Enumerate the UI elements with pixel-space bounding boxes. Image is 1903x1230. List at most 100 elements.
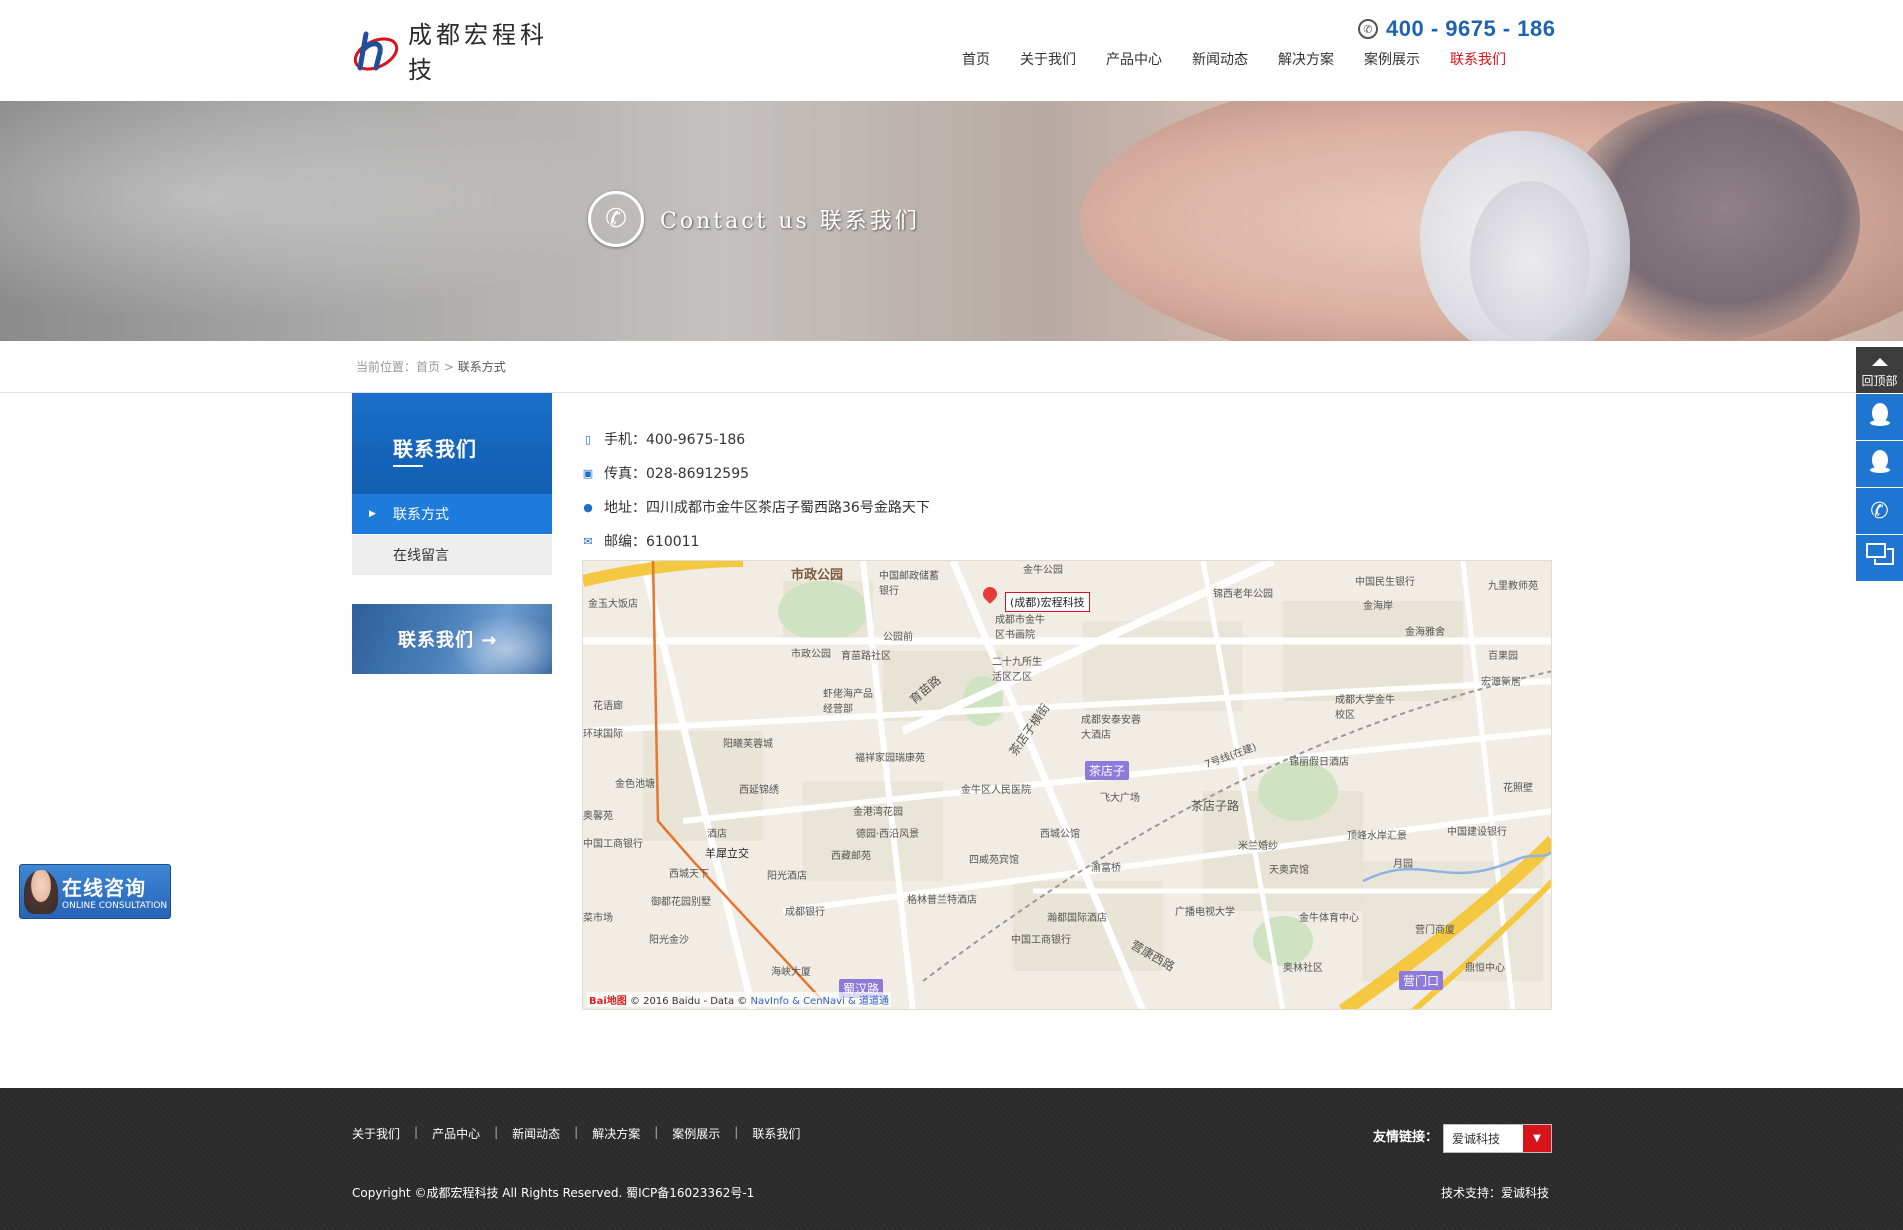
map-label: 成都大学金牛校区 (1335, 695, 1395, 721)
map-label: 四威苑宾馆 (969, 855, 1019, 866)
map-label: 月园 (1393, 859, 1413, 870)
footer-link-solutions[interactable]: 解决方案 (592, 1125, 640, 1142)
sidebar-contact-banner[interactable]: 联系我们 → (352, 604, 552, 674)
footer-link-contact[interactable]: 联系我们 (752, 1125, 800, 1142)
tech-support: 技术支持：爱诚科技 (1441, 1186, 1550, 1200)
logo-text: 成都宏程科技 (408, 21, 548, 84)
map-label: 奥林社区 (1283, 963, 1323, 974)
logo[interactable]: 成都宏程科技 (352, 21, 572, 84)
map-label: 营门商厦 (1415, 925, 1455, 936)
message-button[interactable] (1856, 535, 1903, 581)
map-data-links[interactable]: NavInfo & CenNavi & 道道通 (750, 996, 889, 1007)
footer-link-cases[interactable]: 案例展示 (672, 1125, 720, 1142)
footer-link-about[interactable]: 关于我们 (352, 1125, 400, 1142)
map-label: 虾佬海产品经营部 (823, 689, 873, 715)
nav-solutions[interactable]: 解决方案 (1278, 49, 1334, 69)
map-label: 金海雅舍 (1405, 627, 1445, 638)
qq-chat-button-2[interactable] (1856, 441, 1903, 487)
contact-address-text: 地址：四川成都市金牛区茶店子蜀西路36号金路天下 (604, 500, 930, 516)
map-label: 中国工商银行 (1011, 935, 1071, 946)
sidebar-item-contact-info[interactable]: ▶ 联系方式 (352, 494, 552, 534)
map-copyright: Bai地图 © 2016 Baidu - Data © NavInfo & Ce… (587, 992, 892, 1007)
map-label: 广播电视大学 (1175, 907, 1235, 918)
map-label: 海峡大厦 (771, 967, 811, 978)
nav-news[interactable]: 新闻动态 (1192, 49, 1248, 69)
banner-title: ✆ Contact us 联系我们 (588, 191, 920, 247)
baidu-logo: Bai地图 (589, 996, 627, 1007)
footer-links: 关于我们 | 产品中心 | 新闻动态 | 解决方案 | 案例展示 | 联系我们 (352, 1125, 801, 1142)
qq-chat-button-1[interactable] (1856, 394, 1903, 440)
friend-links-label: 友情链接： (1373, 1130, 1439, 1145)
contact-postcode: ✉ 邮编：610011 (582, 531, 699, 551)
online-consultation-button[interactable]: 在线咨询 ONLINE CONSULTATION (19, 864, 171, 919)
sidebar-item-label: 在线留言 (393, 548, 449, 564)
chevron-down-icon: ▼ (1523, 1125, 1551, 1152)
footer-copyright: Copyright ©成都宏程科技 All Rights Reserved. 蜀… (352, 1186, 755, 1200)
map-label: 阳光酒店 (767, 871, 807, 882)
online-consultation-title: 在线咨询 (62, 876, 146, 900)
nav-cases[interactable]: 案例展示 (1364, 49, 1420, 69)
map-label: 成都市金牛区书画院 (995, 615, 1045, 641)
map-label: 金玉大饭店 (588, 599, 638, 610)
metro-station-badge: 营门口 (1399, 971, 1444, 990)
sidebar-item-label: 联系方式 (393, 507, 449, 523)
friend-links-select[interactable]: 爱诚科技 ▼ (1443, 1124, 1552, 1153)
contact-address: ● 地址：四川成都市金牛区茶店子蜀西路36号金路天下 (582, 497, 930, 517)
map-label: 鼎恒中心 (1465, 963, 1505, 974)
map-label: 天奥宾馆 (1269, 865, 1309, 876)
map-label: 中国工商银行 (583, 839, 643, 850)
map-label: 金牛公园 (1023, 565, 1063, 576)
baidu-map[interactable]: 市政公园 中国邮政储蓄银行 金牛公园 锦西老年公园 中国民生银行 九里教师苑 金… (582, 560, 1552, 1010)
map-label: 金牛区人民医院 (961, 785, 1031, 796)
map-marker-label[interactable]: (成都)宏程科技 (1005, 592, 1090, 612)
nav-products[interactable]: 产品中心 (1106, 49, 1162, 69)
online-consultation-subtitle: ONLINE CONSULTATION (62, 901, 168, 911)
breadcrumb: 当前位置：首页 > 联系方式 (356, 358, 506, 375)
map-label: 米兰婚纱 (1238, 841, 1278, 852)
map-label: 市政公园 (791, 649, 831, 660)
divider (0, 392, 1903, 393)
site-header: 成都宏程科技 ✆ 400 - 9675 - 186 首页 关于我们 产品中心 新… (0, 0, 1903, 101)
footer-link-products[interactable]: 产品中心 (432, 1125, 480, 1142)
map-label: 格林普兰特酒店 (907, 895, 977, 906)
nav-home[interactable]: 首页 (962, 49, 990, 69)
map-label: 阳曦芙蓉城 (723, 739, 773, 750)
nav-about[interactable]: 关于我们 (1020, 49, 1076, 69)
page: 成都宏程科技 ✆ 400 - 9675 - 186 首页 关于我们 产品中心 新… (0, 0, 1903, 1230)
phone-icon: ✆ (1358, 19, 1378, 39)
phone-button[interactable]: ✆ (1856, 488, 1903, 534)
map-label: 德园·西沿风景 (856, 829, 920, 840)
breadcrumb-prefix: 当前位置： (356, 360, 417, 374)
map-label: 酒店 (707, 829, 727, 840)
map-label: 飞大广场 (1100, 793, 1140, 804)
map-label: 公园前 (883, 632, 913, 643)
nav-contact[interactable]: 联系我们 (1450, 49, 1506, 69)
map-label: 金色池塘 (615, 779, 655, 790)
arrow-up-icon (1871, 358, 1888, 366)
map-label: 锦丽假日酒店 (1289, 757, 1349, 768)
map-label: 环球国际 (583, 729, 623, 740)
map-label: 金牛体育中心 (1299, 913, 1359, 924)
telephone-icon: ✆ (588, 191, 644, 247)
breadcrumb-current: 联系方式 (457, 360, 506, 374)
map-label: 金港湾花园 (853, 807, 903, 818)
map-label: 阳光金沙 (649, 935, 689, 946)
banner-title-text: Contact us 联系我们 (660, 209, 920, 234)
sidebar-title: 联系我们 (393, 437, 477, 461)
back-to-top-button[interactable]: 回顶部 (1856, 347, 1903, 393)
hotline-number: 400 - 9675 - 186 (1386, 16, 1556, 41)
map-label: 育苗路社区 (841, 651, 891, 662)
footer-link-news[interactable]: 新闻动态 (512, 1125, 560, 1142)
sidebar-item-message[interactable]: ▶ 在线留言 (352, 535, 552, 575)
map-label: 花照壁 (1503, 783, 1533, 794)
map-label: 西城天下 (669, 869, 709, 880)
contact-fax-text: 传真：028-86912595 (604, 466, 750, 482)
agent-avatar (24, 869, 58, 914)
map-label: 福祥家园瑞康苑 (855, 753, 925, 764)
breadcrumb-separator: > (443, 360, 454, 374)
map-label: 二十九所生活区乙区 (992, 657, 1042, 683)
breadcrumb-home[interactable]: 首页 (416, 360, 440, 374)
main-nav: 首页 关于我们 产品中心 新闻动态 解决方案 案例展示 联系我们 (962, 49, 1506, 69)
sidebar-contact-banner-text: 联系我们 → (398, 630, 498, 651)
map-label: 金海岸 (1363, 601, 1393, 612)
